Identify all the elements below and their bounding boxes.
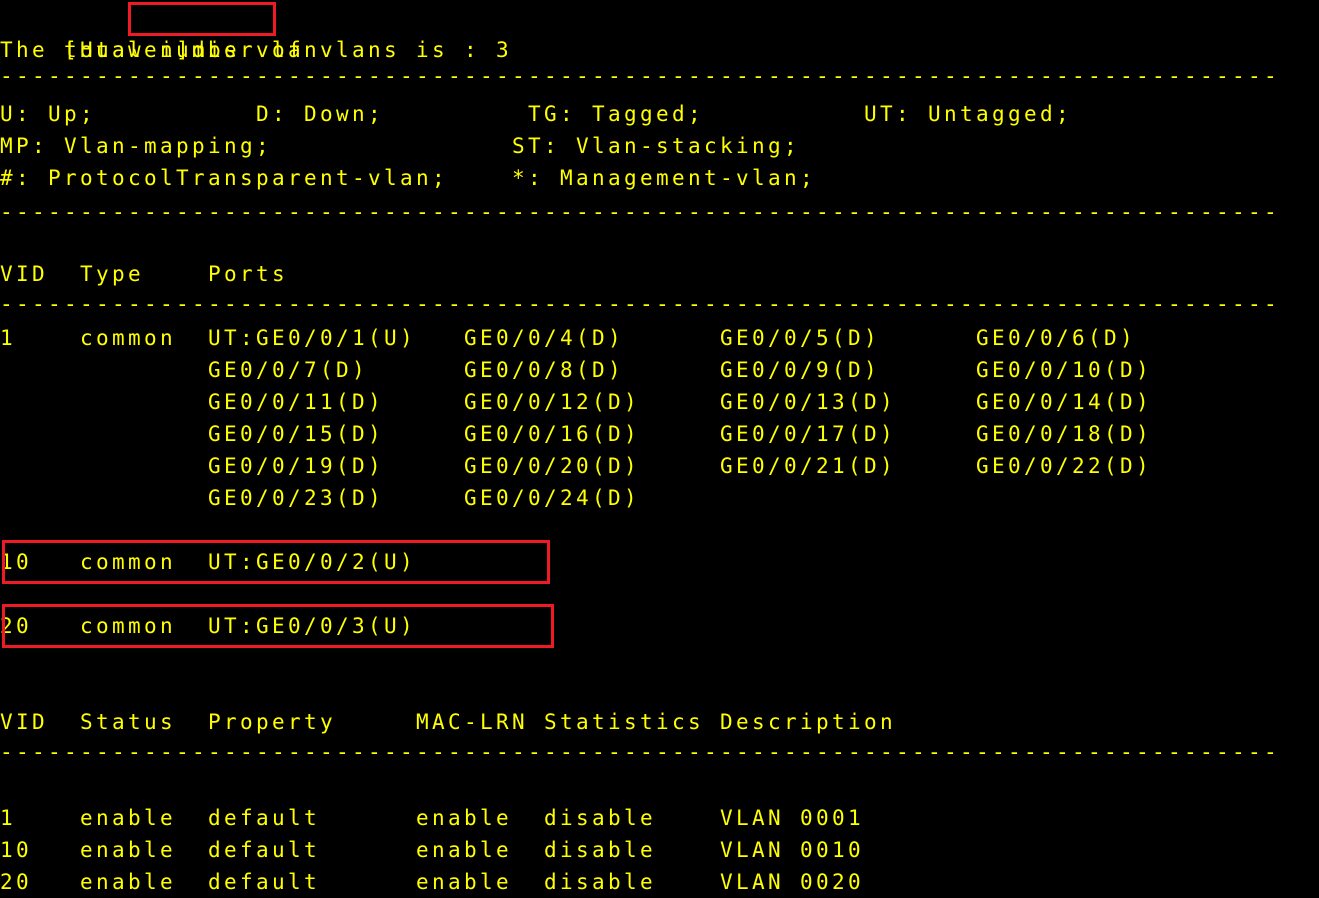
prompt-line: [Huawei]dis vlan xyxy=(0,2,320,62)
status-row-vlan1: 1 enable default enable disable VLAN 000… xyxy=(0,806,865,830)
legend-line-3: #: ProtocolTransparent-vlan; *: Manageme… xyxy=(0,166,817,190)
terminal-window[interactable]: [Huawei]dis vlan The total number of vla… xyxy=(0,0,1319,898)
legend-line-1: U: Up; D: Down; TG: Tagged; UT: Untagged… xyxy=(0,102,1073,126)
ports-row-vlan1-cont-2: GE0/0/11(D) GE0/0/12(D) GE0/0/13(D) GE0/… xyxy=(0,390,1153,414)
separator-legend: ----------------------------------------… xyxy=(0,200,1281,224)
ports-row-vlan1: 1 common UT:GE0/0/1(U) GE0/0/4(D) GE0/0/… xyxy=(0,326,1137,350)
status-row-vlan10: 10 enable default enable disable VLAN 00… xyxy=(0,838,865,862)
ports-table-header: VID Type Ports xyxy=(0,262,289,286)
ports-row-vlan20: 20 common UT:GE0/0/3(U) xyxy=(0,614,417,638)
ports-row-vlan1-cont-3: GE0/0/15(D) GE0/0/16(D) GE0/0/17(D) GE0/… xyxy=(0,422,1153,446)
ports-row-vlan1-cont-1: GE0/0/7(D) GE0/0/8(D) GE0/0/9(D) GE0/0/1… xyxy=(0,358,1153,382)
status-row-vlan20: 20 enable default enable disable VLAN 00… xyxy=(0,870,865,894)
separator-ports-header: ----------------------------------------… xyxy=(0,292,1281,316)
ports-row-vlan1-cont-5: GE0/0/23(D) GE0/0/24(D) xyxy=(0,486,641,510)
legend-line-2: MP: Vlan-mapping; ST: Vlan-stacking; xyxy=(0,134,801,158)
ports-row-vlan1-cont-4: GE0/0/19(D) GE0/0/20(D) GE0/0/21(D) GE0/… xyxy=(0,454,1153,478)
separator-status-header: ----------------------------------------… xyxy=(0,740,1281,764)
ports-row-vlan10: 10 common UT:GE0/0/2(U) xyxy=(0,550,417,574)
separator-top: ----------------------------------------… xyxy=(0,64,1281,88)
status-table-header: VID Status Property MAC-LRN Statistics D… xyxy=(0,710,897,734)
